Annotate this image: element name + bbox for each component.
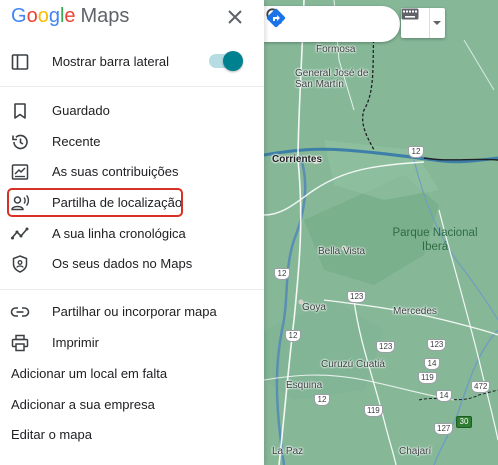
route-shield: 12 xyxy=(285,330,301,342)
route-shield: 119 xyxy=(418,372,437,384)
close-icon[interactable] xyxy=(224,6,246,28)
logo-letter: e xyxy=(64,5,76,27)
menu-item-share-embed[interactable]: Partilhar ou incorporar mapa xyxy=(0,297,264,327)
main-menu-panel: Google Maps Mostrar barra lateral Guardad… xyxy=(0,0,264,465)
link-icon xyxy=(10,307,30,317)
map-label-bella-vista[interactable]: Bella Vista xyxy=(318,246,365,257)
map-label-parque-nacional-ibera[interactable]: Parque Nacional Iberá xyxy=(390,226,480,254)
menu-item-label: Recente xyxy=(52,134,101,149)
divider xyxy=(0,289,264,290)
printer-icon xyxy=(11,334,29,352)
route-shield: 12 xyxy=(408,146,424,158)
menu-item-add-missing-place[interactable]: Adicionar um local em falta xyxy=(0,359,264,389)
menu-item-label: As suas contribuições xyxy=(52,164,179,179)
logo-letter: G xyxy=(11,5,27,27)
timeline-icon xyxy=(11,227,29,240)
route-shield-green: 30 xyxy=(456,416,472,428)
route-shield: 119 xyxy=(364,405,383,417)
route-shield: 12 xyxy=(314,394,330,406)
menu-item-label: Adicionar um local em falta xyxy=(11,366,168,381)
google-maps-logo: Google Maps xyxy=(11,5,129,29)
route-shield: 123 xyxy=(427,339,447,351)
divider xyxy=(0,86,264,87)
map-label-general-jose-de-san-martin[interactable]: General José de San Martín xyxy=(295,68,375,90)
keyboard-icon xyxy=(401,8,419,20)
map-label-corrientes[interactable]: Corrientes xyxy=(272,154,322,165)
map-label-curuzu-cuatia[interactable]: Curuzú Cuatiá xyxy=(321,359,385,370)
directions-icon[interactable] xyxy=(264,6,288,30)
map-label-chajari[interactable]: Chajarí xyxy=(399,446,431,457)
highlight-box xyxy=(7,188,183,217)
menu-item-label: Imprimir xyxy=(52,335,99,350)
history-icon xyxy=(12,134,28,150)
show-sidebar-toggle[interactable] xyxy=(209,51,243,71)
menu-item-timeline[interactable]: A sua linha cronológica xyxy=(0,219,264,249)
logo-letter: o xyxy=(37,5,49,27)
route-shield: 127 xyxy=(434,423,454,435)
menu-item-label: Adicionar a sua empresa xyxy=(11,397,155,412)
route-shield: 123 xyxy=(376,341,396,353)
menu-item-contributions[interactable]: As suas contribuições xyxy=(0,157,264,187)
menu-item-label: Partilhar ou incorporar mapa xyxy=(52,304,217,319)
divider xyxy=(429,8,430,38)
menu-item-label: Editar o mapa xyxy=(11,427,92,442)
menu-item-label: Mostrar barra lateral xyxy=(52,54,170,69)
bookmark-icon xyxy=(14,103,26,119)
menu-item-label: A sua linha cronológica xyxy=(52,226,186,241)
route-shield: 14 xyxy=(424,358,440,370)
route-shield: 123 xyxy=(347,291,367,303)
search-box-remnant[interactable] xyxy=(264,6,400,42)
input-tools-button[interactable] xyxy=(401,8,445,38)
caret-down-icon[interactable] xyxy=(433,21,441,25)
menu-item-print[interactable]: Imprimir xyxy=(0,328,264,358)
toggle-knob xyxy=(223,51,243,71)
menu-item-your-data[interactable]: Os seus dados no Maps xyxy=(0,249,264,279)
map-label-goya[interactable]: Goya xyxy=(302,302,326,313)
map-label-esquina[interactable]: Esquina xyxy=(286,380,322,391)
map-canvas[interactable]: Formosa General José de San Martín Corri… xyxy=(264,0,498,465)
menu-item-label: Guardado xyxy=(52,103,110,118)
logo-letter: o xyxy=(26,5,38,27)
route-shield: 14 xyxy=(436,390,452,402)
map-label-mercedes[interactable]: Mercedes xyxy=(393,306,437,317)
sidebar-icon xyxy=(11,54,29,70)
map-label-la-paz[interactable]: La Paz xyxy=(272,446,303,457)
menu-item-edit-map[interactable]: Editar o mapa xyxy=(0,420,264,450)
map-label-formosa[interactable]: Formosa xyxy=(316,44,355,55)
route-shield: 472 xyxy=(471,381,491,393)
menu-item-add-business[interactable]: Adicionar a sua empresa xyxy=(0,390,264,420)
logo-product-name: Maps xyxy=(80,5,130,27)
menu-item-saved[interactable]: Guardado xyxy=(0,96,264,126)
shield-data-icon xyxy=(12,255,28,273)
contributions-icon xyxy=(11,164,29,180)
menu-item-label: Os seus dados no Maps xyxy=(52,256,193,271)
route-shield: 12 xyxy=(274,268,290,280)
menu-item-recent[interactable]: Recente xyxy=(0,127,264,157)
logo-letter: g xyxy=(48,5,60,27)
